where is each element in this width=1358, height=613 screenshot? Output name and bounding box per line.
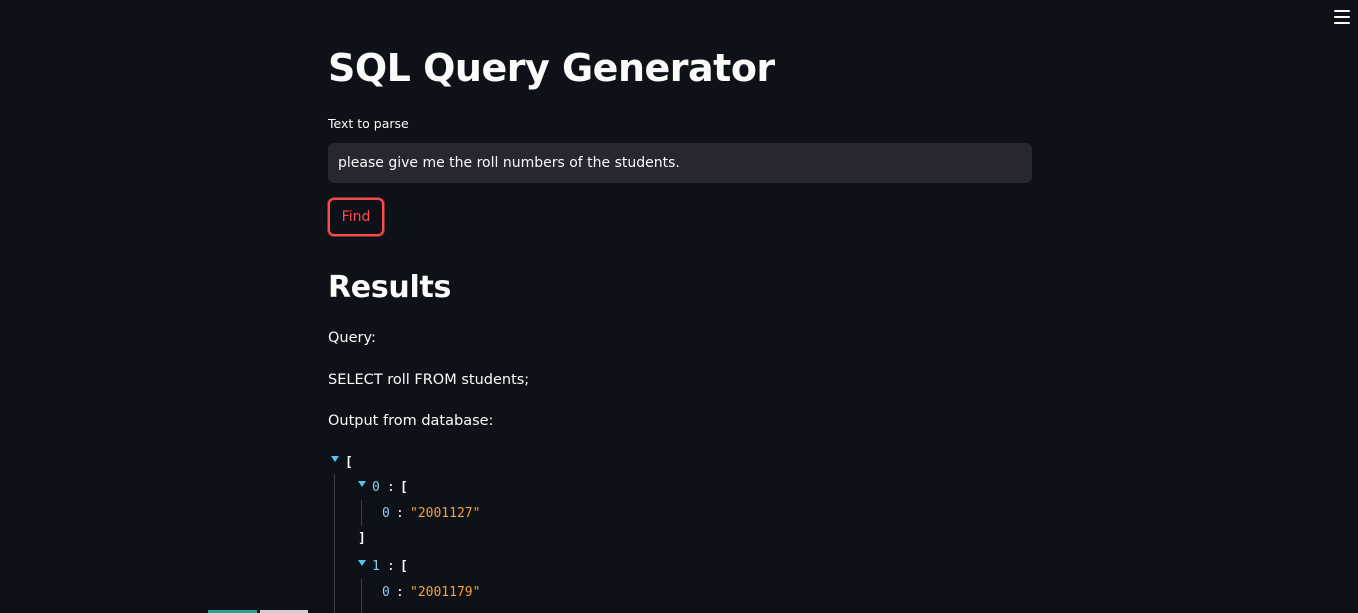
json-open-bracket: [ <box>400 559 408 574</box>
menu-line <box>1334 22 1350 24</box>
json-string-value: "2001179" <box>410 585 481 600</box>
json-colon: : <box>396 506 404 521</box>
triangle-down-icon[interactable] <box>358 560 366 566</box>
query-label: Query: <box>328 330 376 346</box>
find-button[interactable]: Find <box>328 198 384 236</box>
results-heading: Results <box>328 270 452 305</box>
json-open-bracket: [ <box>345 455 353 470</box>
json-indent-guide <box>334 474 335 613</box>
page-title: SQL Query Generator <box>328 46 775 90</box>
text-input-label: Text to parse <box>328 116 409 131</box>
json-indent-guide <box>361 579 362 613</box>
json-key: 0 <box>382 585 390 600</box>
json-indent-guide <box>361 500 362 526</box>
json-open-bracket: [ <box>400 480 408 495</box>
json-key: 0 <box>382 506 390 521</box>
json-key: 0 <box>372 480 380 495</box>
json-key: 1 <box>372 559 380 574</box>
output-label: Output from database: <box>328 413 494 429</box>
triangle-down-icon[interactable] <box>331 456 339 462</box>
menu-line <box>1334 16 1350 18</box>
triangle-down-icon[interactable] <box>358 481 366 487</box>
query-text: SELECT roll FROM students; <box>328 372 530 388</box>
menu-line <box>1334 10 1350 12</box>
text-to-parse-input[interactable] <box>328 143 1032 183</box>
json-colon: : <box>387 480 395 495</box>
json-colon: : <box>396 585 404 600</box>
json-string-value: "2001127" <box>410 506 481 521</box>
json-colon: : <box>387 559 395 574</box>
hamburger-menu-icon[interactable] <box>1334 10 1350 24</box>
json-close-bracket: ] <box>358 531 366 546</box>
app-root: SQL Query Generator Text to parse Find R… <box>0 0 1358 613</box>
